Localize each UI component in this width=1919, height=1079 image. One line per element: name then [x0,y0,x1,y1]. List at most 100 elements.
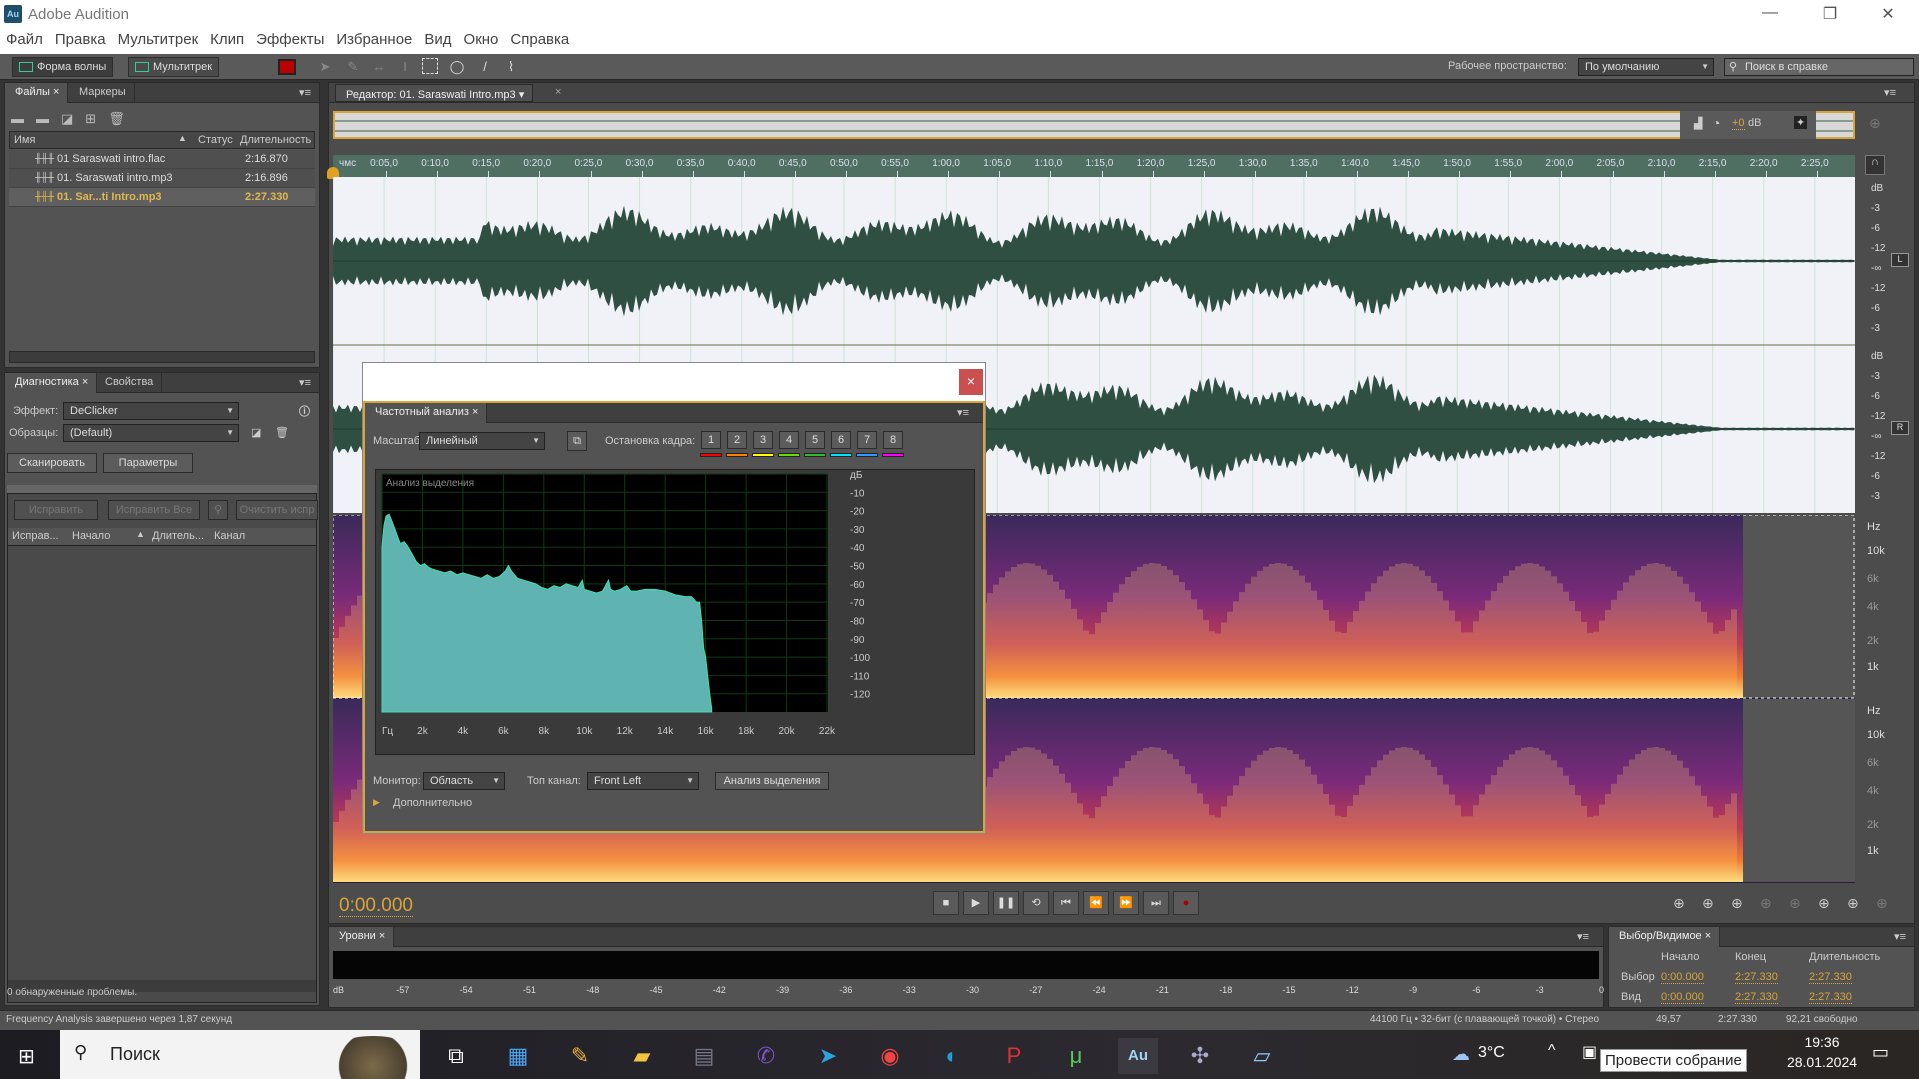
tab-files[interactable]: Файлы × [5,83,69,103]
import-icon[interactable]: ▬ [36,111,61,126]
selection-duration[interactable]: 2:27.330 [1809,971,1852,984]
file-row[interactable]: ╫╫╫ 01. Sar...ti Intro.mp3 2:27.330 [9,188,315,207]
maximize-button[interactable]: ❐ [1810,4,1850,24]
spot-healing-icon[interactable]: ⌇ [502,58,520,76]
lasso-tool-icon[interactable]: ◯ [448,58,466,76]
move-tool-icon[interactable]: ➤ [316,58,334,76]
copy-icon[interactable]: ⧉ [567,431,587,451]
channel-left-toggle[interactable]: L [1891,253,1909,267]
zoom-out-time-icon[interactable]: ⊕ [1760,895,1772,912]
calculator-icon[interactable]: ▤ [684,1038,724,1074]
freeze-frame-button-1[interactable]: 1 [701,431,721,449]
notes-icon[interactable]: ▱ [1242,1038,1282,1074]
advanced-toggle[interactable]: Дополнительно [393,797,472,809]
app-icon[interactable]: ✣ [1180,1038,1220,1074]
tab-selection-view[interactable]: Выбор/Видимое × [1609,927,1721,947]
zoom-icon[interactable]: ⚲ [208,500,228,520]
pause-icon[interactable]: ❚❚ [993,891,1019,915]
pin-icon[interactable]: ✦ [1794,116,1808,129]
files-scrollbar[interactable] [9,351,315,363]
tab-frequency-analysis[interactable]: Частотный анализ × [365,403,488,423]
zoom-icon[interactable]: ⊕ [1869,115,1881,132]
trash-icon[interactable]: 🗑 [108,111,137,126]
workspace-select[interactable]: По умолчанию ▼ [1578,58,1714,76]
menu-clip[interactable]: Клип [204,28,250,48]
weather-temp[interactable]: 3°C [1478,1044,1505,1062]
save-preset-icon[interactable]: ◪ [251,426,261,439]
snap-magnet-icon[interactable]: ∩ [1865,155,1885,175]
channel-right-toggle[interactable]: R [1891,421,1909,435]
utorrent-icon[interactable]: μ [1056,1038,1096,1074]
time-selection-icon[interactable]: I [396,58,414,76]
menu-window[interactable]: Окно [458,28,505,48]
menu-edit[interactable]: Правка [49,28,112,48]
freeze-frame-button-3[interactable]: 3 [753,431,773,449]
insert-icon[interactable]: ⊞ [85,111,108,126]
freeze-frame-button-4[interactable]: 4 [779,431,799,449]
panel-menu-icon[interactable]: ▾≡ [1577,930,1589,943]
overview-bar[interactable]: ▟ ◔ +0 dB ✦ [333,111,1855,139]
audition-icon[interactable]: Au [1118,1038,1158,1074]
tab-markers[interactable]: Маркеры [69,83,135,103]
viber-icon[interactable]: ✆ [746,1038,786,1074]
analyze-selection-button[interactable]: Анализ выделения [715,772,829,790]
trash-icon[interactable]: 🗑 [275,426,289,439]
zoom-out-full-icon[interactable]: ⊕ [1789,895,1801,912]
time-ruler[interactable]: чмс 0:05,0 0:10,0 0:15,0 0:20,0 0:25,0 0:30,0 0… [327,155,1855,179]
panel-menu-icon[interactable]: ▾≡ [299,376,311,389]
zoom-in-start-icon[interactable]: ⊕ [1818,895,1830,912]
new-file-icon[interactable]: ◪ [61,111,85,126]
menu-help[interactable]: Справка [504,28,575,48]
monitor-select[interactable]: Область ▼ [423,772,505,790]
razor-tool-icon[interactable]: ✎ [344,58,362,76]
notifications-icon[interactable]: ▭ [1872,1042,1889,1063]
tab-levels[interactable]: Уровни × [329,927,395,947]
help-search-input[interactable]: ⚲ Поиск в справке [1724,58,1914,76]
stop-icon[interactable]: ■ [933,891,959,915]
file-row[interactable]: ╫╫╫ 01. Saraswati intro.mp3 2:16.896 [9,169,315,188]
slip-tool-icon[interactable]: ↔ [370,58,388,76]
parameters-button[interactable]: Параметры [103,453,193,473]
clock-date[interactable]: 28.01.2024 [1782,1054,1862,1070]
edge-icon[interactable]: ◐ [932,1038,972,1074]
rewind-icon[interactable]: ⏪ [1083,891,1109,915]
menu-view[interactable]: Вид [418,28,457,48]
task-view-icon[interactable]: ⧉ [436,1038,476,1074]
zoom-in-amplitude-icon[interactable]: ⊕ [1673,895,1685,912]
taskbar-search[interactable]: ⚲ Поиск [60,1030,420,1079]
splitter[interactable] [7,485,317,493]
panel-menu-icon[interactable]: ▾≡ [1894,930,1906,943]
spectral-display-icon[interactable] [278,59,296,75]
fast-forward-icon[interactable]: ⏩ [1113,891,1139,915]
view-start[interactable]: 0:00.000 [1661,991,1704,1004]
multitrack-view-button[interactable]: Мультитрек [128,57,220,77]
freeze-frame-button-2[interactable]: 2 [727,431,747,449]
minimize-button[interactable]: — [1750,4,1790,22]
panel-menu-icon[interactable]: ▾≡ [299,86,311,99]
paint-icon[interactable]: ✎ [560,1038,600,1074]
channel-select[interactable]: Front Left ▼ [587,772,699,790]
windows-start-icon[interactable]: ⊞ [18,1044,35,1069]
store-icon[interactable]: ▦ [498,1038,538,1074]
freeze-frame-button-8[interactable]: 8 [883,431,903,449]
close-button[interactable]: ✕ [1868,4,1908,24]
view-duration[interactable]: 2:27.330 [1809,991,1852,1004]
chrome-icon[interactable]: ◉ [870,1038,910,1074]
go-to-start-icon[interactable]: ⏮ [1053,891,1079,915]
view-end[interactable]: 2:27.330 [1735,991,1778,1004]
go-to-end-icon[interactable]: ⏭ [1143,891,1169,915]
file-explorer-icon[interactable]: ▰ [622,1038,662,1074]
close-tab-icon[interactable]: × [555,86,561,98]
gain-value[interactable]: +0 [1732,117,1745,130]
effect-select[interactable]: DeClicker ▼ [63,402,239,420]
marquee-tool-icon[interactable] [422,58,438,74]
menu-favorites[interactable]: Избранное [330,28,418,48]
meet-now-icon[interactable]: ▣ [1582,1042,1597,1062]
clear-fixed-button[interactable]: Очистить испр [236,500,318,520]
freeze-frame-button-7[interactable]: 7 [857,431,877,449]
close-button[interactable]: × [959,369,983,395]
panel-menu-icon[interactable]: ▾≡ [957,406,969,419]
telegram-icon[interactable]: ➤ [808,1038,848,1074]
scale-select[interactable]: Линейный ▼ [419,432,545,450]
scan-button[interactable]: Сканировать [7,453,97,473]
